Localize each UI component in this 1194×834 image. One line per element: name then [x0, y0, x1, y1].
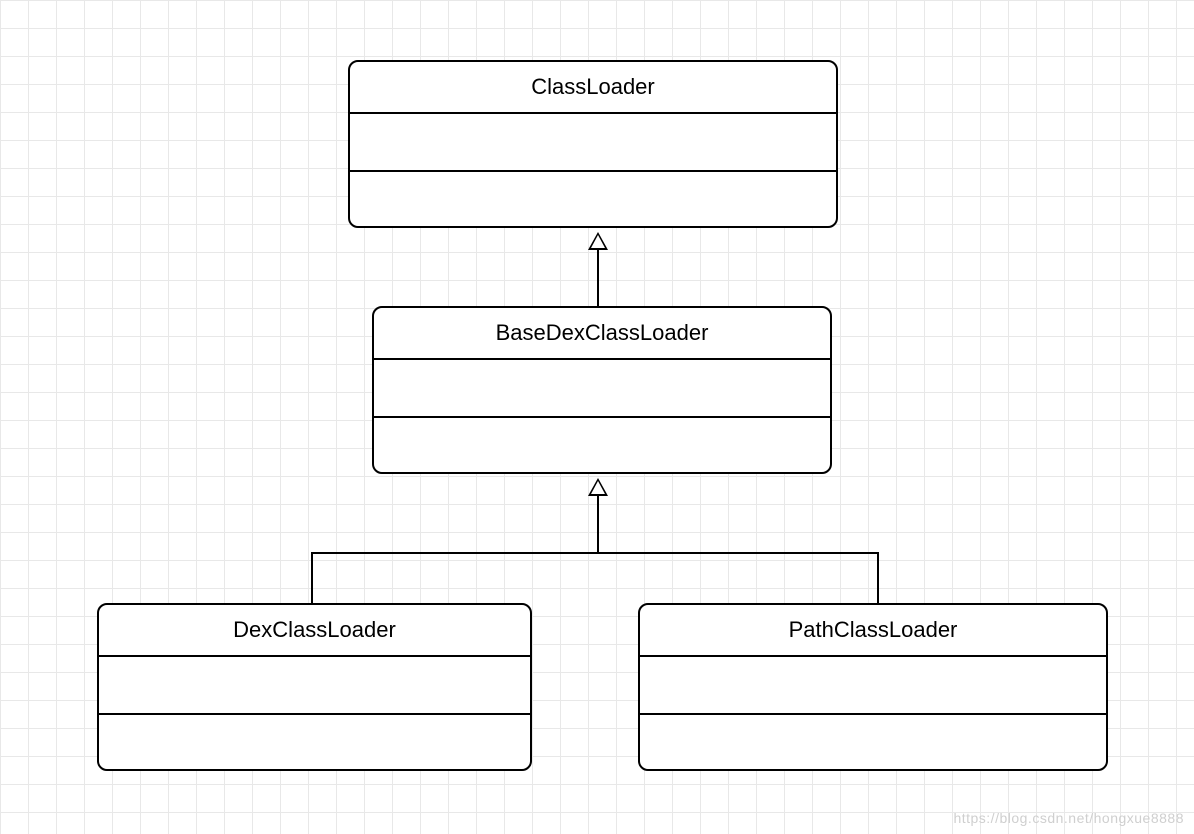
uml-methods-section: [350, 172, 836, 228]
uml-methods-section: [640, 715, 1106, 771]
uml-class-path: PathClassLoader: [638, 603, 1108, 771]
uml-class-basedex: BaseDexClassLoader: [372, 306, 832, 474]
connector-line: [597, 250, 599, 306]
uml-class-dex: DexClassLoader: [97, 603, 532, 771]
inheritance-arrow-icon: [588, 478, 608, 496]
uml-methods-section: [374, 418, 830, 474]
inheritance-arrow-icon: [588, 232, 608, 250]
uml-methods-section: [99, 715, 530, 771]
connector-line: [311, 552, 313, 604]
connector-line: [877, 552, 879, 604]
uml-attributes-section: [350, 114, 836, 172]
connector-line: [311, 552, 879, 554]
uml-attributes-section: [374, 360, 830, 418]
uml-title-basedex: BaseDexClassLoader: [374, 308, 830, 360]
uml-title-classloader: ClassLoader: [350, 62, 836, 114]
uml-title-dex: DexClassLoader: [99, 605, 530, 657]
uml-class-classloader: ClassLoader: [348, 60, 838, 228]
uml-title-path: PathClassLoader: [640, 605, 1106, 657]
uml-attributes-section: [99, 657, 530, 715]
watermark-text: https://blog.csdn.net/hongxue8888: [953, 810, 1184, 826]
uml-attributes-section: [640, 657, 1106, 715]
connector-line: [597, 496, 599, 554]
